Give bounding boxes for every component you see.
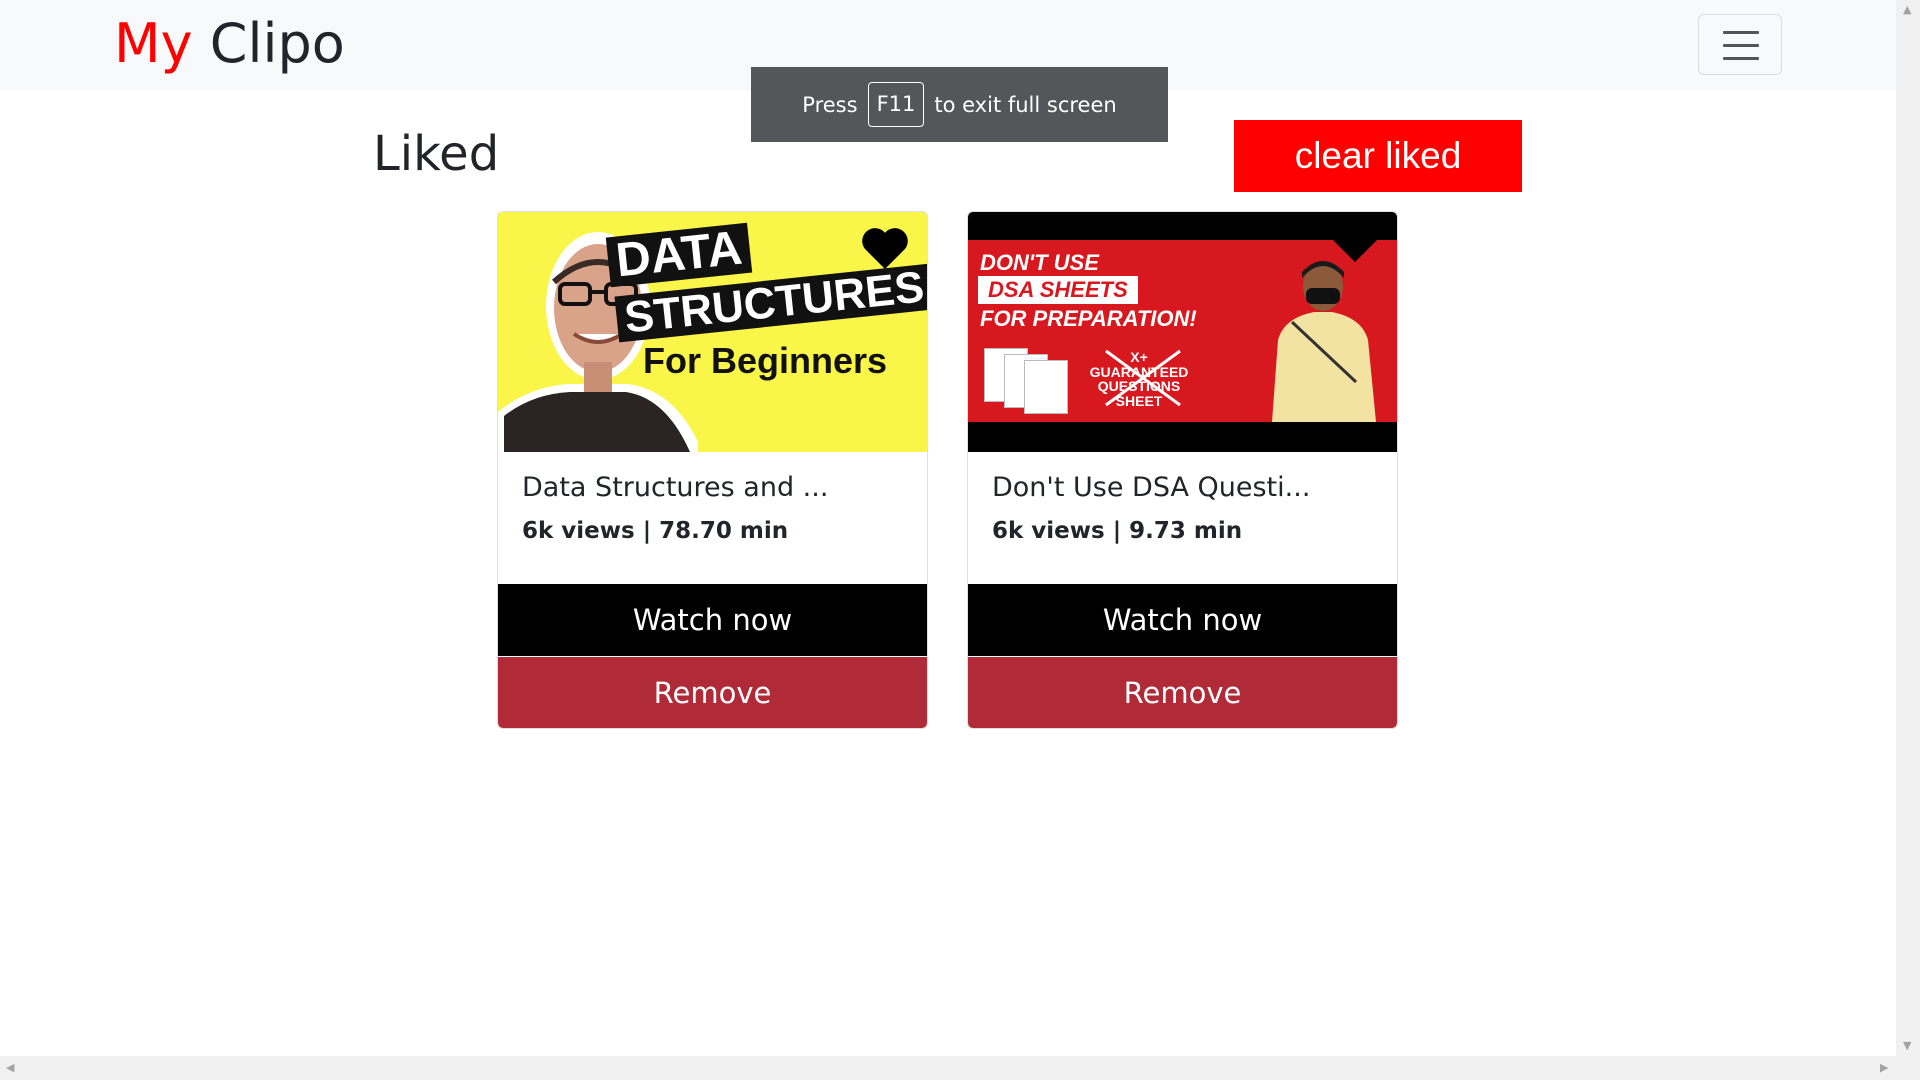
scroll-right-icon[interactable]: ▶ <box>1880 1062 1888 1073</box>
fullscreen-press-text: Press <box>802 92 858 117</box>
card-body: Don't Use DSA Questi... 6k views | 9.73 … <box>992 472 1381 544</box>
brand-my: My <box>114 12 193 75</box>
watch-now-button[interactable]: Watch now <box>968 584 1397 656</box>
horizontal-scrollbar[interactable]: ◀ ▶ <box>0 1056 1920 1080</box>
watch-now-button[interactable]: Watch now <box>498 584 927 656</box>
video-title: Don't Use DSA Questi... <box>992 472 1311 503</box>
video-card: DON'T USE DSA SHEETS FOR PREPARATION! X+… <box>967 211 1398 729</box>
f11-key: F11 <box>867 82 925 127</box>
thumbnail-text-preparation: FOR PREPARATION! <box>980 306 1197 331</box>
scroll-down-icon[interactable]: ▼ <box>1903 1040 1911 1051</box>
card-body: Data Structures and ... 6k views | 78.70… <box>522 472 911 544</box>
remove-button[interactable]: Remove <box>498 657 927 728</box>
page-title: Liked <box>373 126 500 182</box>
video-card: DATA STRUCTURES For Beginners Data Struc… <box>497 211 928 729</box>
heart-icon <box>862 228 908 269</box>
video-thumbnail[interactable]: DATA STRUCTURES For Beginners <box>498 212 927 452</box>
scroll-left-icon[interactable]: ◀ <box>6 1062 14 1073</box>
video-title: Data Structures and ... <box>522 472 829 503</box>
vertical-scrollbar[interactable]: ▲ ▼ <box>1896 0 1920 1056</box>
thumbnail-text-dsa-sheets: DSA SHEETS <box>978 276 1138 304</box>
cross-icon <box>1105 349 1181 407</box>
brand-logo[interactable]: My Clipo <box>114 14 345 73</box>
remove-button[interactable]: Remove <box>968 657 1397 728</box>
presenter-image <box>1272 261 1376 422</box>
thumbnail-text-dont-use: DON'T USE <box>980 250 1099 275</box>
menu-toggle-button[interactable] <box>1698 14 1782 75</box>
sheet-graphic <box>1024 360 1068 414</box>
scroll-up-icon[interactable]: ▲ <box>1903 4 1911 15</box>
clear-liked-button[interactable]: clear liked <box>1234 120 1522 192</box>
video-meta: 6k views | 9.73 min <box>992 518 1243 545</box>
fullscreen-notice: Press F11 to exit full screen <box>751 67 1168 142</box>
thumbnail-text-data: DATA <box>605 222 753 288</box>
bookmark-marker <box>1333 240 1377 262</box>
video-thumbnail[interactable]: DON'T USE DSA SHEETS FOR PREPARATION! X+… <box>968 212 1397 452</box>
fullscreen-exit-text: to exit full screen <box>934 92 1117 117</box>
thumbnail-text-beginners: For Beginners <box>643 340 888 381</box>
video-meta: 6k views | 78.70 min <box>522 518 789 545</box>
brand-name: Clipo <box>209 12 345 75</box>
